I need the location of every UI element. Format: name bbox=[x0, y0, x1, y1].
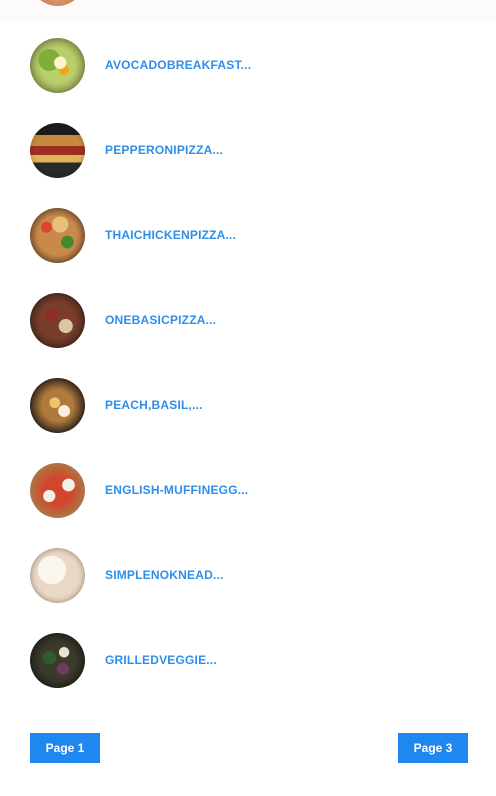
recipe-list-item[interactable]: ENGLISH-MUFFINEGG... bbox=[30, 462, 330, 518]
recipe-title[interactable]: PEACH,BASIL,... bbox=[105, 398, 203, 412]
recipe-list-item[interactable]: AVOCADOBREAKFAST... bbox=[30, 37, 330, 93]
recipe-title[interactable]: GRILLEDVEGGIE... bbox=[105, 653, 217, 667]
recipe-list-item[interactable]: THAICHICKENPIZZA... bbox=[30, 207, 330, 263]
pagination: Page 1 Page 3 bbox=[0, 733, 496, 763]
recipe-title[interactable]: ENGLISH-MUFFINEGG... bbox=[105, 483, 248, 497]
recipe-title[interactable]: AVOCADOBREAKFAST... bbox=[105, 58, 251, 72]
next-page-button[interactable]: Page 3 bbox=[398, 733, 468, 763]
grilled-veggie-thumbnail[interactable] bbox=[30, 632, 85, 688]
pepperoni-pizza-thumbnail[interactable] bbox=[30, 122, 85, 178]
recipe-title[interactable]: THAICHICKENPIZZA... bbox=[105, 228, 236, 242]
thai-chicken-pizza-thumbnail[interactable] bbox=[30, 207, 85, 263]
recipe-list-item[interactable]: GRILLEDVEGGIE... bbox=[30, 632, 330, 688]
recipe-list-item[interactable]: PEACH,BASIL,... bbox=[30, 377, 330, 433]
recipe-title[interactable]: ONEBASICPIZZA... bbox=[105, 313, 216, 327]
recipe-list-item[interactable]: ONEBASICPIZZA... bbox=[30, 292, 330, 348]
previous-item-remnant bbox=[0, 0, 496, 22]
partial-recipe-thumbnail bbox=[30, 0, 85, 6]
english-muffin-egg-thumbnail[interactable] bbox=[30, 462, 85, 518]
previous-page-button[interactable]: Page 1 bbox=[30, 733, 100, 763]
recipe-list-item[interactable]: PEPPERONIPIZZA... bbox=[30, 122, 330, 178]
simple-no-knead-thumbnail[interactable] bbox=[30, 547, 85, 603]
peach-basil-thumbnail[interactable] bbox=[30, 377, 85, 433]
recipe-title[interactable]: PEPPERONIPIZZA... bbox=[105, 143, 223, 157]
recipe-title[interactable]: SIMPLENOKNEAD... bbox=[105, 568, 224, 582]
one-basic-pizza-thumbnail[interactable] bbox=[30, 292, 85, 348]
recipe-list-item[interactable]: SIMPLENOKNEAD... bbox=[30, 547, 330, 603]
avocado-breakfast-thumbnail[interactable] bbox=[30, 37, 85, 93]
